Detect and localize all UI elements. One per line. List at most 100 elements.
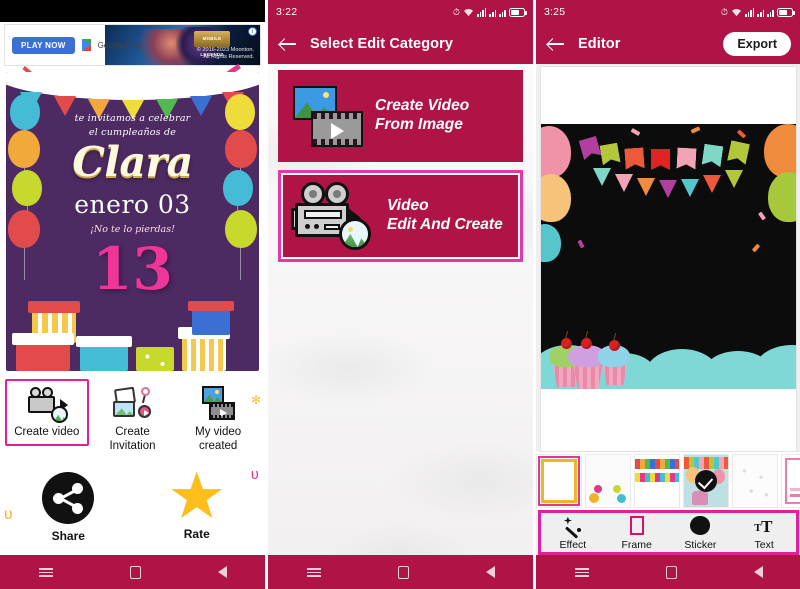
back-arrow-icon[interactable]: [546, 34, 566, 54]
category-list: Create Video From Image Video Edit And C…: [268, 64, 533, 555]
confetti-decor: [758, 211, 766, 221]
balloon-decor: [764, 124, 796, 178]
rate-button[interactable]: Rate: [151, 471, 243, 541]
bunting-flag: [681, 179, 699, 197]
tool-label: Text: [754, 538, 774, 551]
clock-icon: [301, 7, 311, 17]
screen-editor: 3:25 ⏱ Editor Export Effect Frame Sticke…: [536, 0, 800, 589]
magic-wand-icon: [562, 515, 584, 539]
bunting-flag: [725, 170, 743, 188]
share-button[interactable]: Share: [22, 471, 114, 543]
page-title: Editor: [578, 36, 621, 52]
page-title: Select Edit Category: [310, 36, 454, 52]
balloon-decor: [768, 172, 796, 222]
action-my-video-created[interactable]: My video created: [176, 379, 260, 460]
editor-body: Effect Frame Sticker TT Text: [536, 64, 800, 555]
frame-thumbnail[interactable]: [732, 454, 778, 508]
invitation-line1: te invitamos a celebrar el cumpleaños de: [6, 112, 259, 141]
status-time: 3:22: [276, 6, 298, 18]
alarm-icon: ⏱: [720, 7, 729, 17]
action-create-video[interactable]: Create video: [4, 379, 89, 446]
frame-thumbnail-strip[interactable]: [536, 452, 800, 510]
frame-thumbnail-selected[interactable]: [683, 454, 729, 508]
tool-text[interactable]: TT Text: [735, 515, 793, 551]
category-video-edit-and-create[interactable]: Video Edit And Create: [278, 170, 523, 262]
invitation-preview[interactable]: ✻ ✻: [0, 63, 265, 371]
balloon-decor: [541, 126, 571, 178]
confetti-decor: [751, 243, 761, 253]
share-icon: [42, 471, 95, 524]
image-to-video-icon: [291, 84, 365, 148]
home-action-row: Create video Create Invitation My video …: [0, 371, 265, 460]
tool-effect[interactable]: Effect: [544, 515, 602, 551]
ad-info-icon[interactable]: i: [248, 27, 257, 36]
screenshot-root: PLAY NOW Google Play MOBILE LEGENDS © 20…: [0, 0, 800, 589]
bunting-flag: [624, 147, 644, 169]
video-camera-icon: [26, 385, 68, 423]
invitation-card-icon: [111, 385, 153, 423]
action-label: Create video: [14, 426, 80, 438]
bunting-flag: [579, 136, 602, 160]
bunting-flag: [727, 140, 750, 164]
back-icon[interactable]: [485, 566, 495, 578]
app-bar: Editor Export: [536, 24, 800, 64]
home-icon[interactable]: [398, 566, 410, 579]
back-icon[interactable]: [217, 566, 227, 578]
menu-icon[interactable]: [38, 564, 54, 580]
invitation-subtitle: ¡No te lo pierdas!: [90, 224, 175, 235]
frame-thumbnail[interactable]: [585, 454, 631, 508]
bunting-flag: [702, 144, 724, 167]
bunting-flag: [637, 178, 655, 196]
confetti-decor: [577, 239, 585, 249]
ad-play-now-button[interactable]: PLAY NOW: [12, 36, 75, 54]
bunting-flag: [703, 175, 721, 193]
home-statusbar-black: [0, 0, 265, 22]
signal-icon: [477, 7, 487, 17]
film-gallery-icon: [197, 385, 239, 423]
tool-frame[interactable]: Frame: [608, 515, 666, 551]
tool-label: Effect: [559, 538, 587, 551]
editor-canvas[interactable]: [540, 66, 797, 452]
confetti-decor: ʋ: [250, 465, 259, 483]
action-create-invitation[interactable]: Create Invitation: [90, 379, 174, 460]
screen-select-category: 3:22 ⏱ Select Edit Category Create Video…: [268, 0, 533, 589]
selected-check-icon: [695, 470, 717, 492]
bunting-flag: [593, 168, 611, 186]
back-arrow-icon[interactable]: [278, 34, 298, 54]
ad-banner[interactable]: PLAY NOW Google Play MOBILE LEGENDS © 20…: [4, 24, 261, 66]
alarm-icon: ⏱: [452, 7, 461, 17]
confetti-decor: [630, 128, 641, 136]
invitation-card: te invitamos a celebrar el cumpleaños de…: [6, 72, 259, 371]
canvas-white-top: [541, 67, 796, 124]
category-create-video-from-image[interactable]: Create Video From Image: [278, 70, 523, 162]
invitation-name: Clara: [72, 138, 193, 186]
frame-thumbnail[interactable]: [634, 454, 680, 508]
signal-icon: [767, 8, 774, 17]
editor-toolbar: Effect Frame Sticker TT Text: [538, 510, 799, 555]
status-bar: 3:22 ⏱: [268, 0, 533, 24]
category-label: Video Edit And Create: [387, 197, 503, 233]
android-navbar: [536, 555, 800, 589]
tool-sticker[interactable]: Sticker: [671, 515, 729, 551]
confetti-decor: ʋ: [4, 505, 13, 523]
frame-thumbnail[interactable]: [781, 454, 800, 508]
action-label: My video created: [195, 426, 242, 452]
signal-icon: [489, 8, 497, 17]
sticker-icon: [689, 515, 711, 537]
frame-icon: [626, 515, 648, 537]
home-icon[interactable]: [130, 566, 142, 579]
export-button[interactable]: Export: [723, 32, 791, 56]
status-bar: 3:25 ⏱: [536, 0, 800, 24]
frame-thumbnail[interactable]: [536, 454, 582, 508]
signal-icon: [499, 8, 506, 17]
tool-label: Sticker: [684, 538, 717, 551]
battery-icon: [777, 7, 795, 17]
android-navbar: [0, 555, 265, 589]
message-icon: [569, 7, 579, 17]
menu-icon[interactable]: [306, 564, 322, 580]
confetti-decor: [690, 126, 701, 134]
back-icon[interactable]: [753, 566, 763, 578]
menu-icon[interactable]: [574, 564, 590, 580]
home-icon[interactable]: [666, 566, 678, 579]
video-camera-edit-icon: [291, 182, 377, 250]
